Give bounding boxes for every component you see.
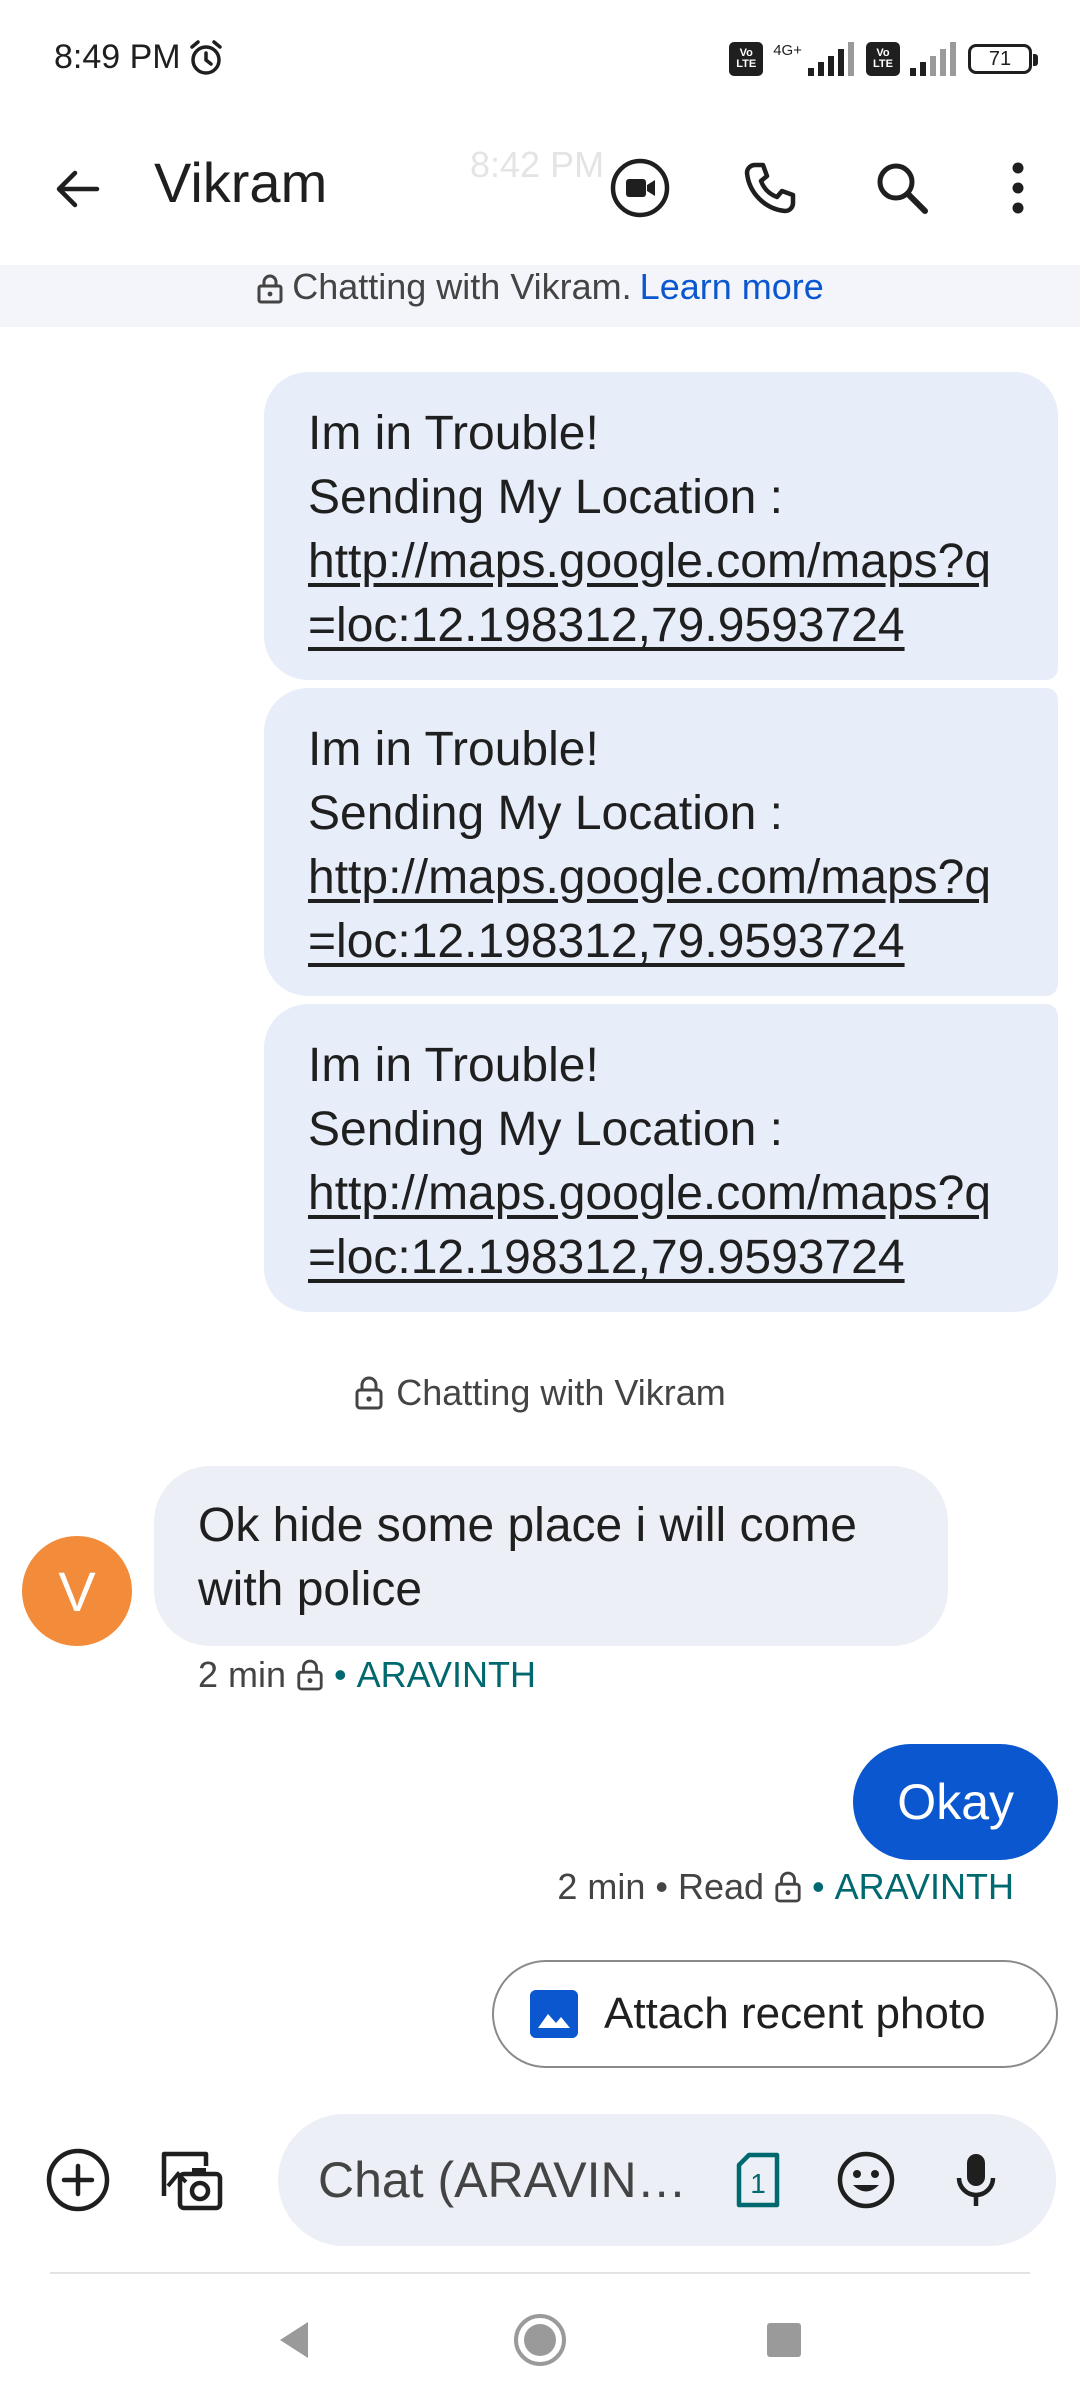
separator-dot: • [655,1866,668,1907]
video-call-button[interactable] [600,148,680,228]
message-time: 2 min [557,1866,646,1907]
separator-dot: • [812,1866,825,1907]
more-vert-icon [1012,162,1024,214]
encryption-note-text: Chatting with Vikram [396,1372,726,1413]
outgoing-message[interactable]: Im in Trouble! Sending My Location : htt… [264,688,1058,996]
compose-bar: 1 [278,2114,1056,2246]
outgoing-message[interactable]: Im in Trouble! Sending My Location : htt… [264,372,1058,680]
location-link[interactable]: http://maps.google.com/maps?q=loc:12.198… [308,1162,1014,1290]
message-line: Im in Trouble! [308,723,599,776]
reply-meta: 2 min • Read • ARAVINTH [557,1866,1014,1908]
outgoing-message[interactable]: Im in Trouble! Sending My Location : htt… [264,1004,1058,1312]
message-line: Sending My Location : [308,787,783,840]
nav-back-icon [280,2322,308,2358]
network-type: 4G+ [773,41,802,59]
message-time: 2 min [198,1654,287,1695]
avatar[interactable]: V [22,1536,132,1646]
faded-timestamp: 8:42 PM [470,144,605,185]
sim-selector-button[interactable]: 1 [718,2140,798,2220]
nav-divider [50,2272,1030,2274]
read-status: Read [677,1866,765,1907]
gallery-button[interactable] [152,2140,232,2220]
attach-chip-label: Attach recent photo [604,1989,986,2038]
sim-sender-label: ARAVINTH [356,1654,536,1695]
incoming-message[interactable]: Ok hide some place i will come with poli… [154,1466,948,1646]
add-circle-icon [46,2148,110,2212]
incoming-message-text: Ok hide some place i will come with poli… [198,1499,857,1616]
message-line: Sending My Location : [308,471,783,524]
lock-icon [257,274,283,304]
search-button[interactable] [862,148,942,228]
lock-icon [297,1659,323,1691]
sim-card-icon: 1 [736,2152,780,2208]
avatar-letter: V [58,1559,96,1623]
status-icons: Vo LTE 4G+ Vo LTE 71 [729,36,1038,82]
separator-dot: • [334,1654,347,1695]
status-bar: 8:49 PM Vo LTE 4G+ Vo LTE 71 [0,0,1080,120]
alarm-icon [190,40,222,75]
nav-home-icon [514,2314,566,2366]
call-button[interactable] [730,148,810,228]
learn-more-link[interactable]: Learn more [640,266,824,308]
location-link[interactable]: http://maps.google.com/maps?q=loc:12.198… [308,846,1014,974]
lock-icon [775,1871,801,1903]
message-line: Im in Trouble! [308,1039,599,1092]
volte-icon: Vo LTE [729,42,764,76]
message-line: Im in Trouble! [308,407,599,460]
message-line: Sending My Location : [308,1103,783,1156]
phone-icon [744,162,796,214]
message-input[interactable] [318,2144,718,2216]
status-time: 8:49 PM [54,38,181,76]
nav-back-button[interactable] [254,2300,334,2380]
back-button[interactable] [42,154,112,224]
encryption-note: Chatting with Vikram [0,1372,1080,1414]
reply-text: Okay [897,1774,1014,1830]
video-call-icon [610,158,670,218]
search-icon [877,163,928,214]
svg-text:1: 1 [750,2168,766,2199]
messages-screen: 8:49 PM Vo LTE 4G+ Vo LTE 71 Vikram 8:42… [0,0,1080,2400]
gallery-camera-icon [161,2151,223,2211]
lock-icon [355,1376,383,1410]
back-arrow-icon [56,170,100,208]
battery-icon: 71 [968,44,1038,74]
photo-icon [530,1990,578,2038]
add-attachment-button[interactable] [38,2140,118,2220]
encryption-banner: Chatting with Vikram. Learn more [0,265,1080,327]
signal-icon-2 [910,42,956,76]
contact-name: Vikram [154,151,328,214]
attach-recent-photo-button[interactable]: Attach recent photo [492,1960,1058,2068]
outgoing-reply[interactable]: Okay [853,1744,1058,1860]
more-options-button[interactable] [978,148,1058,228]
app-bar: Vikram 8:42 PM [0,120,1080,270]
sim-sender-label: ARAVINTH [834,1866,1014,1907]
emoji-button[interactable] [826,2140,906,2220]
banner-text: Chatting with Vikram. [292,266,632,307]
emoji-icon [837,2151,895,2209]
voice-message-button[interactable] [936,2140,1016,2220]
nav-recents-button[interactable] [744,2300,824,2380]
incoming-message-meta: 2 min • ARAVINTH [198,1654,536,1696]
signal-icon [808,42,854,76]
volte-icon-2: Vo LTE [866,42,900,76]
battery-level: 71 [988,47,1012,70]
nav-home-button[interactable] [500,2300,580,2380]
location-link[interactable]: http://maps.google.com/maps?q=loc:12.198… [308,530,1014,658]
microphone-icon [956,2154,996,2206]
nav-recents-icon [767,2323,801,2357]
